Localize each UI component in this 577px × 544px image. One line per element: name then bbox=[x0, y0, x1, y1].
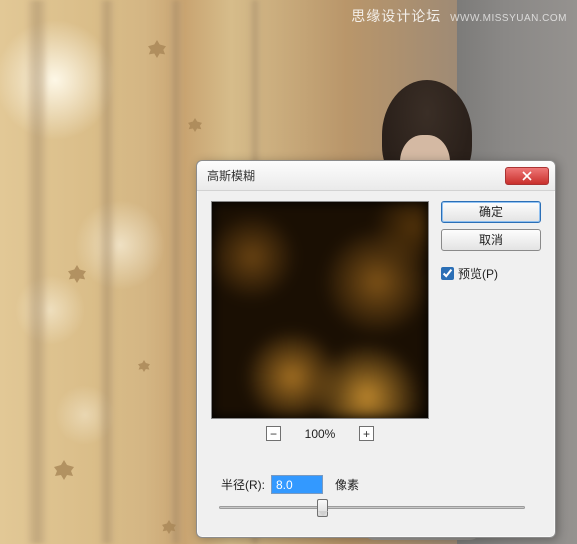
slider-thumb[interactable] bbox=[317, 499, 328, 517]
tree-blur bbox=[28, 0, 46, 544]
dialog-body: − 100% + 确定 取消 预览(P) 半径(R): 像素 bbox=[197, 191, 555, 537]
zoom-in-button[interactable]: + bbox=[359, 426, 374, 441]
gaussian-blur-dialog: 高斯模糊 − 100% + 确定 取消 预览(P) 半径(R): 像素 bbox=[196, 160, 556, 538]
radius-row: 半径(R): 像素 bbox=[221, 475, 359, 494]
dialog-titlebar[interactable]: 高斯模糊 bbox=[197, 161, 555, 191]
leaf-icon bbox=[138, 360, 150, 372]
preview-image bbox=[212, 202, 428, 418]
leaf-icon bbox=[68, 265, 86, 283]
preview-checkbox-row[interactable]: 预览(P) bbox=[441, 265, 541, 282]
radius-label: 半径(R): bbox=[221, 476, 265, 493]
tree-blur bbox=[170, 0, 182, 544]
tree-blur bbox=[100, 0, 114, 544]
watermark-zh: 思缘设计论坛 bbox=[351, 8, 441, 24]
radius-input[interactable] bbox=[271, 475, 323, 494]
preview-checkbox[interactable] bbox=[441, 267, 454, 280]
slider-track bbox=[219, 506, 525, 509]
zoom-controls: − 100% + bbox=[211, 426, 429, 441]
close-button[interactable] bbox=[505, 167, 549, 185]
watermark-en: WWW.MISSYUAN.COM bbox=[450, 13, 567, 24]
button-column: 确定 取消 预览(P) bbox=[441, 201, 541, 282]
close-icon bbox=[522, 171, 532, 181]
dialog-title: 高斯模糊 bbox=[207, 167, 505, 184]
radius-unit: 像素 bbox=[335, 476, 359, 493]
cancel-button[interactable]: 取消 bbox=[441, 229, 541, 251]
zoom-value: 100% bbox=[299, 427, 341, 441]
radius-slider[interactable] bbox=[219, 499, 525, 517]
plus-icon: + bbox=[363, 428, 370, 440]
zoom-out-button[interactable]: − bbox=[266, 426, 281, 441]
watermark: 思缘设计论坛 WWW.MISSYUAN.COM bbox=[351, 6, 567, 26]
leaf-icon bbox=[188, 118, 202, 132]
leaf-icon bbox=[54, 460, 74, 480]
ok-button[interactable]: 确定 bbox=[441, 201, 541, 223]
leaf-icon bbox=[148, 40, 166, 58]
preview-checkbox-label: 预览(P) bbox=[458, 265, 498, 282]
minus-icon: − bbox=[270, 428, 277, 440]
preview-box[interactable] bbox=[211, 201, 429, 419]
